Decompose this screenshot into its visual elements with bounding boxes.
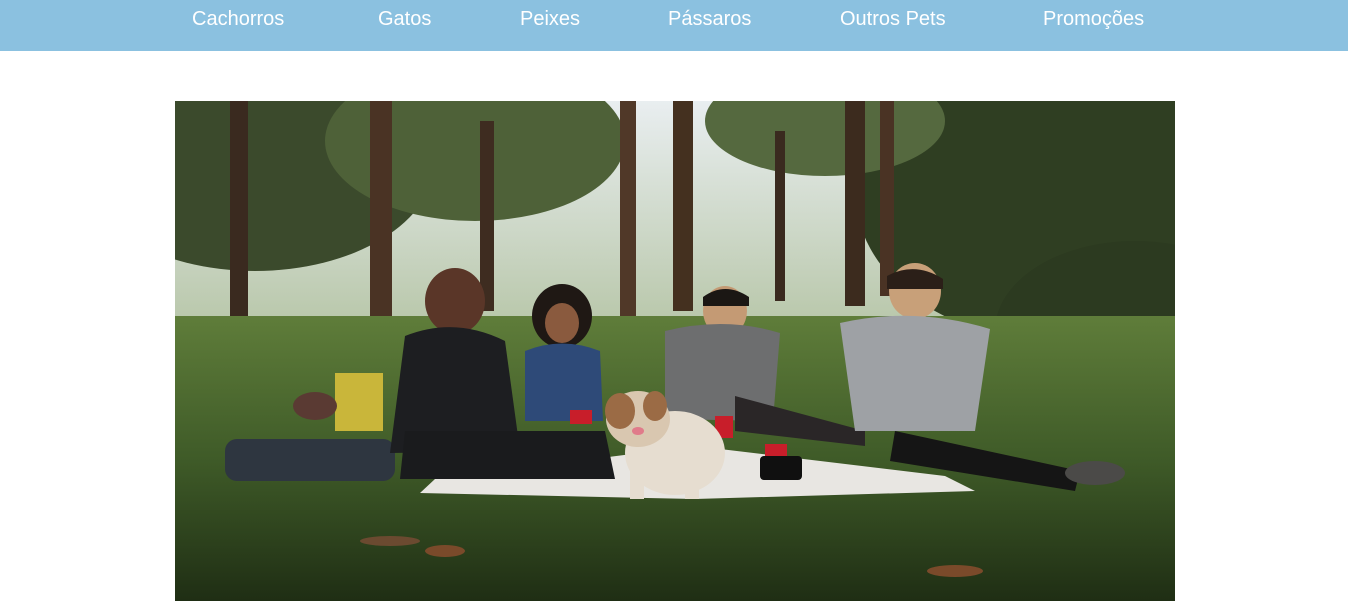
nav-item-outros-pets[interactable]: Outros Pets <box>840 4 946 34</box>
nav-item-gatos[interactable]: Gatos <box>378 4 431 34</box>
nav-item-peixes[interactable]: Peixes <box>520 4 580 34</box>
nav-item-passaros[interactable]: Pássaros <box>668 4 751 34</box>
top-navigation: Cachorros Gatos Peixes Pássaros Outros P… <box>0 0 1348 51</box>
nav-item-promocoes[interactable]: Promoções <box>1043 4 1144 34</box>
hero-image <box>175 101 1175 601</box>
nav-item-cachorros[interactable]: Cachorros <box>192 4 284 34</box>
picnic-photo <box>175 101 1175 601</box>
